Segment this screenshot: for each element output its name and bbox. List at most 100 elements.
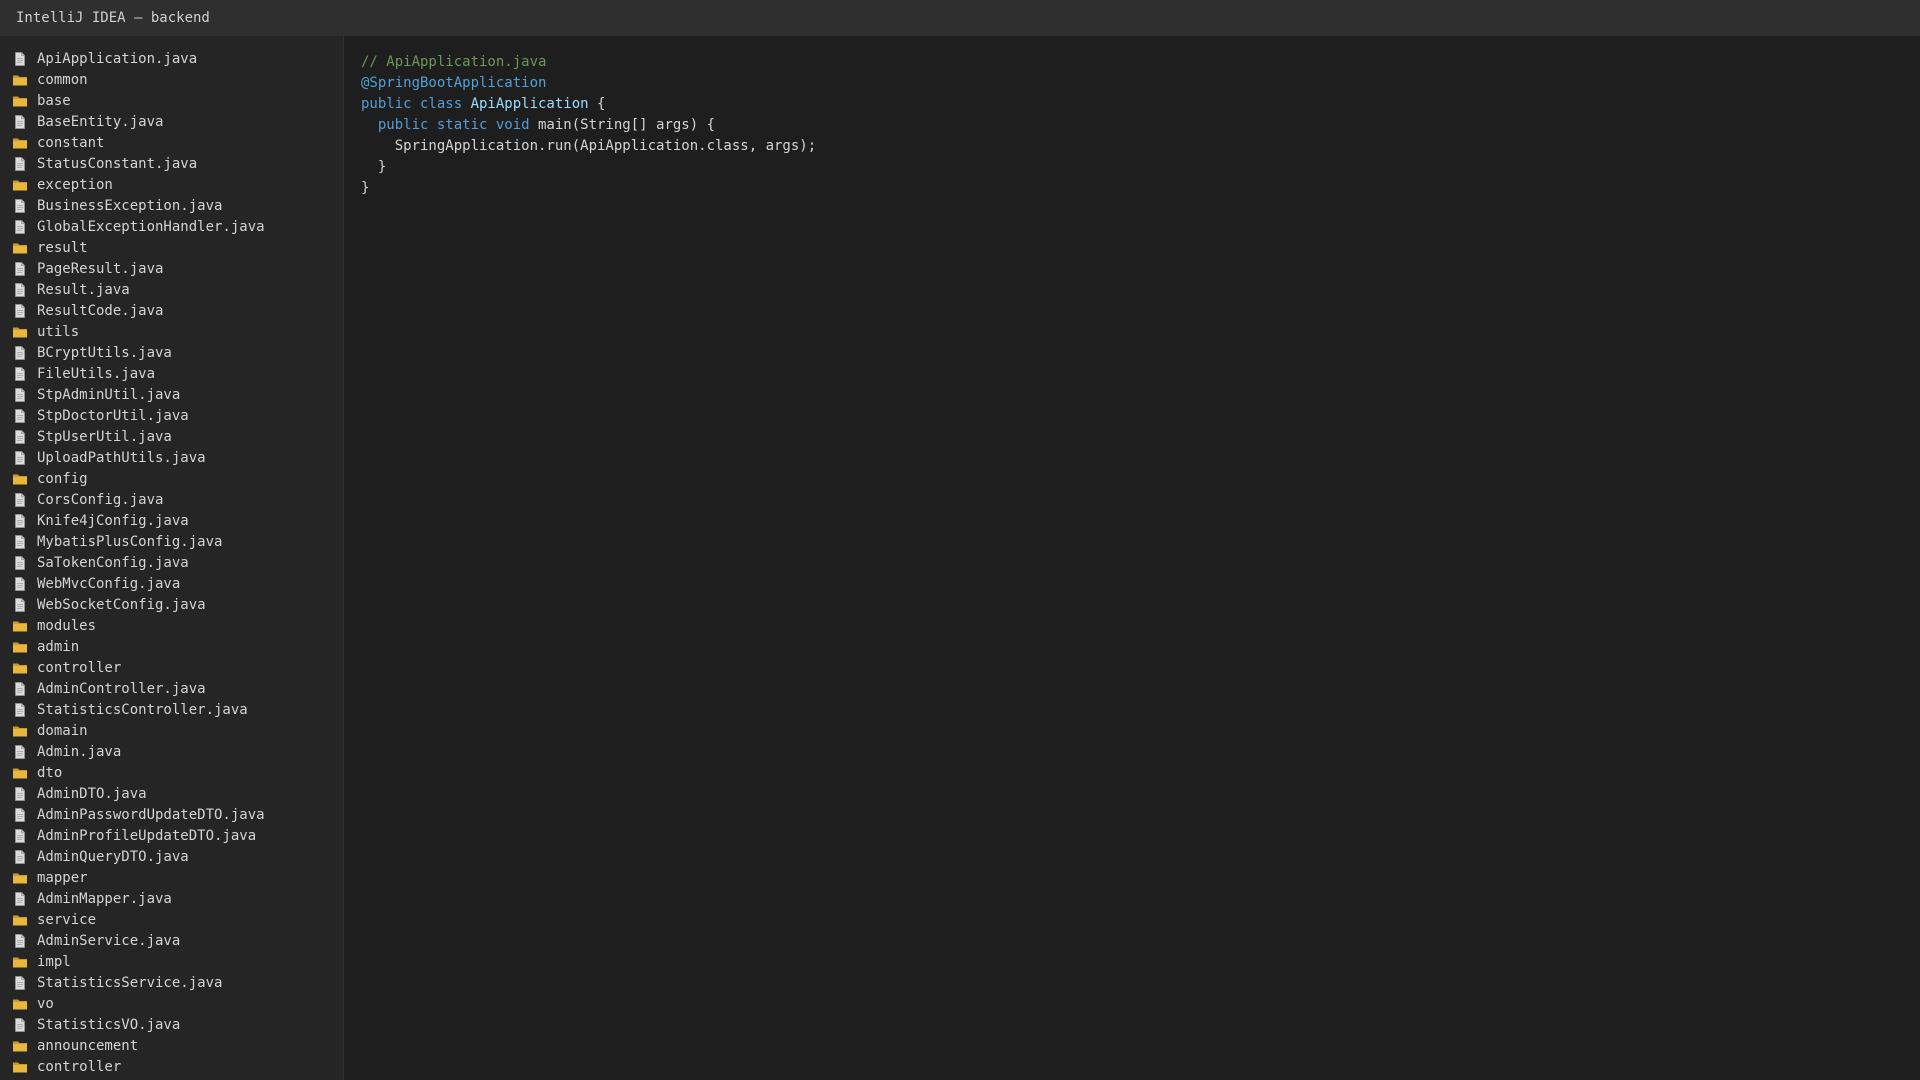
file-icon [12,219,28,235]
tree-folder[interactable]: exception [0,174,343,195]
tree-item-label: BaseEntity.java [37,113,164,130]
tree-file[interactable]: CorsConfig.java [0,489,343,510]
tree-item-label: mapper [37,869,88,886]
tree-folder[interactable]: dto [0,762,343,783]
tree-file[interactable]: AdminDTO.java [0,783,343,804]
code-token-plain: } [361,180,370,196]
tree-file[interactable]: AdminQueryDTO.java [0,846,343,867]
tree-file[interactable]: StatisticsController.java [0,699,343,720]
folder-icon [12,639,28,655]
tree-file[interactable]: ApiApplication.java [0,48,343,69]
tree-file[interactable]: FileUtils.java [0,363,343,384]
tree-item-label: AdminMapper.java [37,890,172,907]
tree-file[interactable]: StatisticsVO.java [0,1014,343,1035]
tree-folder[interactable]: controller [0,1056,343,1077]
project-tree[interactable]: ApiApplication.java common base BaseEntity.… [0,36,344,1080]
tree-folder[interactable]: controller [0,657,343,678]
tree-file[interactable]: GlobalExceptionHandler.java [0,216,343,237]
folder-icon [12,765,28,781]
file-icon [12,681,28,697]
tree-folder[interactable]: service [0,909,343,930]
tree-folder[interactable]: mapper [0,867,343,888]
tree-folder[interactable]: domain [0,720,343,741]
tree-item-label: GlobalExceptionHandler.java [37,218,265,235]
folder-icon [12,723,28,739]
tree-folder[interactable]: result [0,237,343,258]
tree-folder[interactable]: vo [0,993,343,1014]
code-line[interactable]: } [361,157,1920,178]
tree-file[interactable]: AdminMapper.java [0,888,343,909]
folder-icon [12,912,28,928]
file-icon [12,114,28,130]
tree-file[interactable]: MybatisPlusConfig.java [0,531,343,552]
code-line[interactable]: // ApiApplication.java [361,52,1920,73]
code-line[interactable]: public static void main(String[] args) { [361,115,1920,136]
code-token-annotation: @SpringBootApplication [361,75,547,91]
tree-file[interactable]: ResultCode.java [0,300,343,321]
code-line[interactable]: @SpringBootApplication [361,73,1920,94]
tree-file[interactable]: AdminService.java [0,930,343,951]
code-token-plain: main(String[] args) { [529,117,716,133]
tree-item-label: UploadPathUtils.java [37,449,206,466]
code-token-plain: { [588,96,606,112]
tree-file[interactable]: Knife4jConfig.java [0,510,343,531]
tree-file[interactable]: StatisticsService.java [0,972,343,993]
tree-item-label: service [37,911,97,928]
tree-folder[interactable]: modules [0,615,343,636]
tree-item-label: common [37,71,88,88]
tree-file[interactable]: StpDoctorUtil.java [0,405,343,426]
tree-folder[interactable]: common [0,69,343,90]
tree-item-label: dto [37,764,63,781]
tree-item-label: Knife4jConfig.java [37,512,189,529]
file-icon [12,828,28,844]
tree-item-label: StpDoctorUtil.java [37,407,189,424]
file-icon [12,303,28,319]
tree-file[interactable]: WebMvcConfig.java [0,573,343,594]
tree-file[interactable]: AdminPasswordUpdateDTO.java [0,804,343,825]
code-editor[interactable]: // ApiApplication.java @SpringBootApplica… [344,36,1920,1080]
tree-item-label: Result.java [37,281,130,298]
code-line[interactable]: SpringApplication.run(ApiApplication.cla… [361,136,1920,157]
file-icon [12,807,28,823]
tree-item-label: StatisticsController.java [37,701,248,718]
code-line[interactable]: public class ApiApplication { [361,94,1920,115]
tree-folder[interactable]: impl [0,951,343,972]
code-token-keyword: public class [361,96,471,112]
file-icon [12,597,28,613]
tree-file[interactable]: UploadPathUtils.java [0,447,343,468]
tree-item-label: domain [37,722,88,739]
tree-file[interactable]: BaseEntity.java [0,111,343,132]
tree-file[interactable]: StpAdminUtil.java [0,384,343,405]
code-token-plain: } [361,159,387,175]
folder-icon [12,72,28,88]
tree-file[interactable]: SaTokenConfig.java [0,552,343,573]
tree-folder[interactable]: constant [0,132,343,153]
tree-folder[interactable]: config [0,468,343,489]
tree-item-label: StatisticsVO.java [37,1016,181,1033]
file-icon [12,891,28,907]
file-icon [12,555,28,571]
code-line[interactable]: } [361,178,1920,199]
tree-folder[interactable]: base [0,90,343,111]
tree-item-label: config [37,470,88,487]
tree-file[interactable]: StpUserUtil.java [0,426,343,447]
tree-folder[interactable]: announcement [0,1035,343,1056]
tree-folder[interactable]: utils [0,321,343,342]
tree-item-label: AdminDTO.java [37,785,147,802]
tree-file[interactable]: AdminProfileUpdateDTO.java [0,825,343,846]
tree-file[interactable]: AdminController.java [0,678,343,699]
tree-item-label: StpAdminUtil.java [37,386,181,403]
code-token-comment: // ApiApplication.java [361,54,547,70]
tree-file[interactable]: Result.java [0,279,343,300]
tree-file[interactable]: BCryptUtils.java [0,342,343,363]
tree-file[interactable]: Admin.java [0,741,343,762]
tree-file[interactable]: BusinessException.java [0,195,343,216]
folder-icon [12,1059,28,1075]
tree-file[interactable]: StatusConstant.java [0,153,343,174]
tree-file[interactable]: PageResult.java [0,258,343,279]
tree-folder[interactable]: admin [0,636,343,657]
code-token-class: ApiApplication [470,96,589,112]
tree-file[interactable]: WebSocketConfig.java [0,594,343,615]
tree-item-label: Admin.java [37,743,122,760]
